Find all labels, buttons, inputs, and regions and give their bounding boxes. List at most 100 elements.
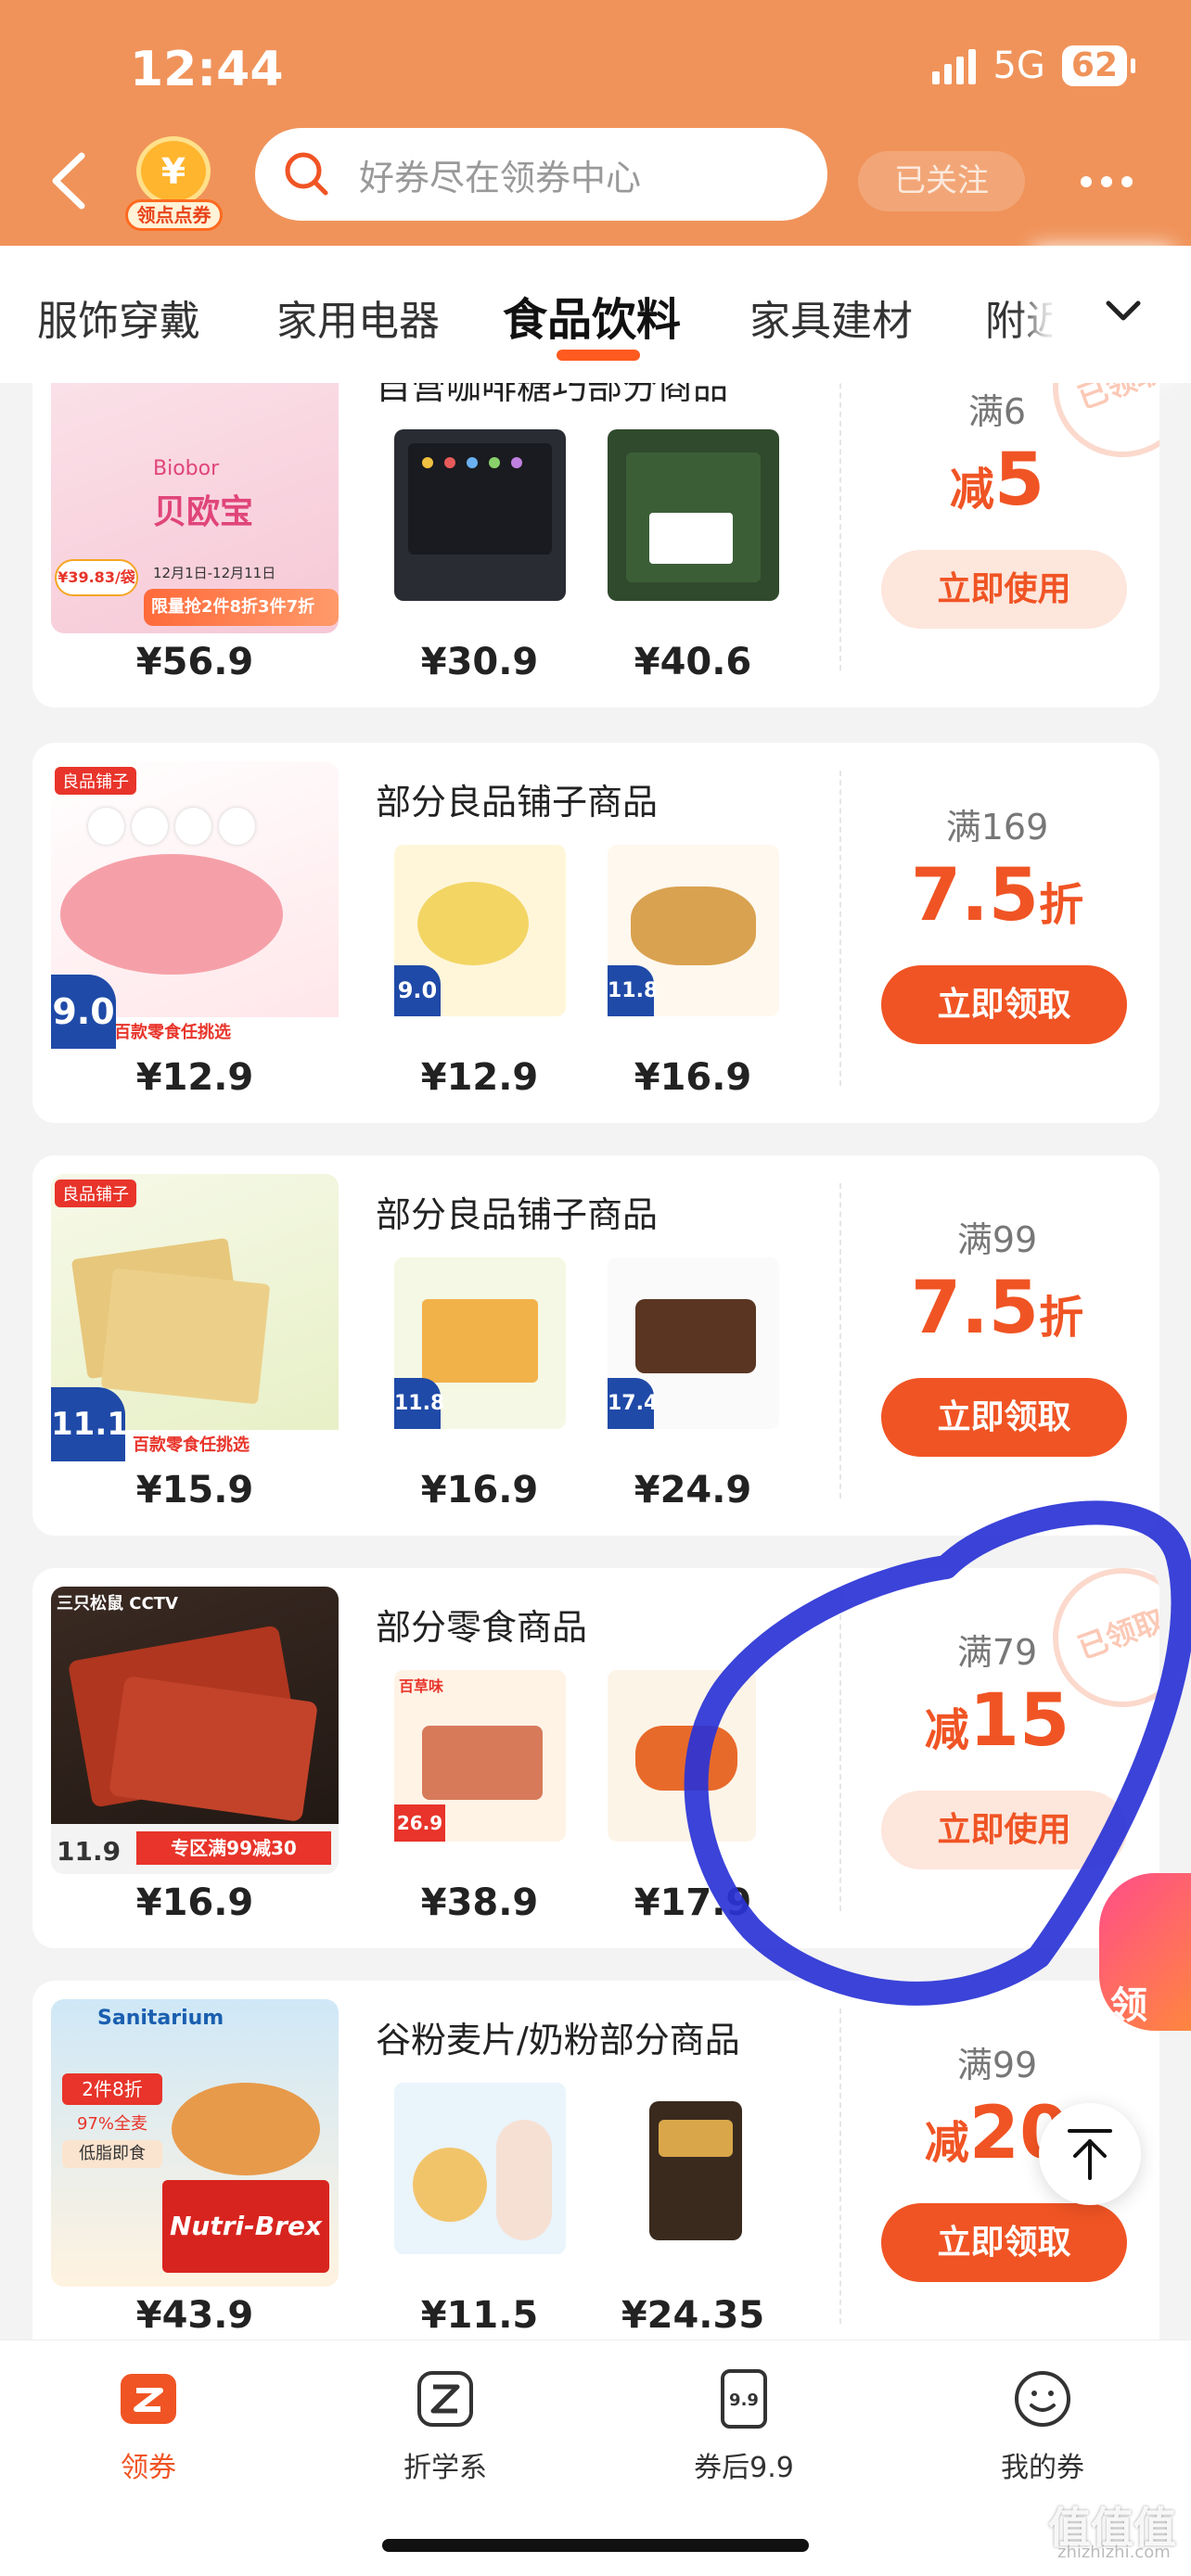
product-thumb[interactable]: 17.4 <box>608 1257 779 1429</box>
product-price: ¥15.9 <box>135 1469 254 1511</box>
product-thumb[interactable] <box>608 2083 779 2254</box>
floating-promo[interactable]: 领 <box>1099 1873 1191 2031</box>
expand-tabs-button[interactable] <box>1052 246 1191 383</box>
network-type: 5G <box>992 45 1045 87</box>
product-thumb[interactable] <box>394 2083 566 2254</box>
image-tag: 低脂即食 <box>62 2140 162 2168</box>
coupon-list[interactable]: 贝欧宝 Biobor ¥39.83/袋 12月1日-12月11日 限量抢2件8折… <box>0 383 1191 2340</box>
floating-promo-text: 领 <box>1110 1984 1147 2027</box>
product-price: ¥17.9 <box>634 1881 752 1924</box>
coupon-card[interactable]: Sanitarium 2件8折 97%全麦 低脂即食 Nutri-Brex 谷粉… <box>32 1981 1159 2340</box>
coupon-title: 部分良品铺子商品 <box>376 782 659 823</box>
card-divider <box>839 383 841 670</box>
product-price: ¥56.9 <box>135 641 254 683</box>
yen-coin-icon: ¥ <box>136 136 211 206</box>
battery-tip <box>1131 58 1135 73</box>
coupon-title: 部分零食商品 <box>376 1607 588 1648</box>
claim-now-button[interactable]: 立即领取 <box>881 1378 1127 1457</box>
tab-appliances[interactable]: 家用电器 <box>276 287 440 347</box>
coupon-condition: 满99 <box>956 2045 1038 2085</box>
follow-button[interactable]: 已关注 <box>858 151 1025 211</box>
product-price: ¥12.9 <box>135 1056 254 1099</box>
image-brand: 良品铺子 <box>55 1180 136 1207</box>
image-brand-name: 贝欧宝 <box>153 493 254 531</box>
product-thumb[interactable] <box>608 429 779 601</box>
image-brand: Sanitarium <box>97 2007 224 2030</box>
coupon-card[interactable]: 良品铺子 百款零食任挑选 11.1 部分良品铺子商品 11.8 17.4 ¥15… <box>32 1155 1159 1536</box>
watermark-url: zhizhizhi.com <box>1057 2543 1171 2562</box>
header: 12:44 5G 62 ¥ 领点点券 好券尽在领券中心 已关注 <box>0 0 1191 246</box>
product-thumb[interactable]: 百草味 26.9 <box>394 1670 566 1842</box>
product-image[interactable]: Sanitarium 2件8折 97%全麦 低脂即食 Nutri-Brex <box>51 1999 339 2287</box>
product-price: ¥24.35 <box>621 2294 765 2337</box>
card-divider <box>839 2009 841 2324</box>
image-price-tag: ¥39.83/袋 <box>55 559 138 596</box>
chevron-down-icon <box>1106 300 1141 321</box>
image-brand: Biobor <box>153 457 220 480</box>
nav-coupons[interactable]: 领券 <box>56 2368 241 2485</box>
card-divider <box>839 1183 841 1498</box>
image-tag: 2件8折 <box>62 2073 162 2105</box>
back-button[interactable] <box>46 148 91 213</box>
product-price: ¥16.9 <box>634 1056 752 1099</box>
product-price: ¥12.9 <box>420 1056 539 1099</box>
card-divider <box>839 1596 841 1911</box>
search-input[interactable]: 好券尽在领券中心 <box>255 128 827 221</box>
product-image[interactable]: 良品铺子 百款零食任挑选 11.1 <box>51 1174 339 1461</box>
product-thumb[interactable] <box>394 429 566 601</box>
use-now-button[interactable]: 立即使用 <box>881 550 1127 629</box>
more-options-icon[interactable] <box>1081 176 1133 187</box>
coupon-center-logo[interactable]: ¥ 领点点券 <box>125 134 223 232</box>
back-to-top-button[interactable] <box>1039 2103 1141 2205</box>
use-now-button[interactable]: 立即使用 <box>881 1791 1127 1869</box>
coupon-card[interactable]: 贝欧宝 Biobor ¥39.83/袋 12月1日-12月11日 限量抢2件8折… <box>32 383 1159 708</box>
product-price: ¥40.6 <box>634 641 752 683</box>
product-price: ¥16.9 <box>420 1469 539 1511</box>
product-image[interactable]: 三只松鼠 CCTV 11.9 专区满99减30 <box>51 1587 339 1874</box>
claim-now-button[interactable]: 立即领取 <box>881 2203 1127 2282</box>
coupon-discount: 7.5折 <box>910 854 1084 937</box>
image-tag: 97%全麦 <box>76 2114 147 2134</box>
active-tab-indicator <box>557 350 640 361</box>
tab-food-drinks[interactable]: 食品饮料 <box>503 283 681 348</box>
product-thumb[interactable] <box>608 1670 756 1842</box>
tab-clothing[interactable]: 服饰穿戴 <box>37 287 200 347</box>
product-price: ¥24.9 <box>634 1469 752 1511</box>
image-price-number: 9.0 <box>51 975 116 1049</box>
image-price-number: 11.1 <box>51 1387 129 1461</box>
coupon-icon <box>121 2374 176 2424</box>
product-price: ¥11.5 <box>420 2294 539 2337</box>
product-image[interactable]: 良品铺子 百款零食任挑选 9.0 <box>51 761 339 1049</box>
image-product-name: Nutri-Brex <box>162 2180 329 2273</box>
product-image[interactable]: 贝欧宝 Biobor ¥39.83/袋 12月1日-12月11日 限量抢2件8折… <box>51 383 339 633</box>
image-label: 专区满99减30 <box>136 1831 331 1865</box>
image-label: 百款零食任挑选 <box>125 1430 339 1461</box>
chevron-left-icon <box>52 152 85 210</box>
nav-my-coupons[interactable]: 我的券 <box>950 2368 1135 2485</box>
coupon-card[interactable]: 良品铺子 百款零食任挑选 9.0 部分良品铺子商品 9.0 11.8 ¥12.9… <box>32 743 1159 1123</box>
product-thumb[interactable]: 9.0 <box>394 845 566 1016</box>
coupon-card[interactable]: 三只松鼠 CCTV 11.9 专区满99减30 部分零食商品 百草味 26.9 … <box>32 1568 1159 1948</box>
status-time: 12:44 <box>130 42 284 97</box>
product-price: ¥30.9 <box>420 641 539 683</box>
product-price: ¥38.9 <box>420 1881 539 1924</box>
logo-label: 领点点券 <box>125 199 223 231</box>
claim-now-button[interactable]: 立即领取 <box>881 965 1127 1044</box>
image-label: 百款零食任挑选 <box>107 1017 339 1049</box>
coupon-discount: 7.5折 <box>910 1267 1084 1350</box>
product-thumb[interactable]: 11.8 <box>608 845 779 1016</box>
coupon-condition: 满6 <box>967 391 1027 432</box>
product-thumb[interactable]: 11.8 <box>394 1257 566 1429</box>
product-price: ¥43.9 <box>135 2294 254 2337</box>
nav-discount-school[interactable]: 折学系 <box>352 2368 538 2485</box>
coupon-condition: 满169 <box>945 807 1049 848</box>
tab-furniture[interactable]: 家具建材 <box>749 287 913 347</box>
signal-icon <box>932 47 977 84</box>
search-icon <box>285 152 328 196</box>
nav-after-coupon-9-9[interactable]: 9.9 券后9.9 <box>651 2368 837 2485</box>
image-price-number: 11.9 <box>57 1836 122 1867</box>
svg-text:9.9: 9.9 <box>729 2391 759 2410</box>
smile-icon <box>1015 2371 1070 2427</box>
coupon-discount: 减5 <box>949 439 1045 522</box>
coupon-title: 自营咖啡糖巧部分商品 <box>376 383 729 407</box>
